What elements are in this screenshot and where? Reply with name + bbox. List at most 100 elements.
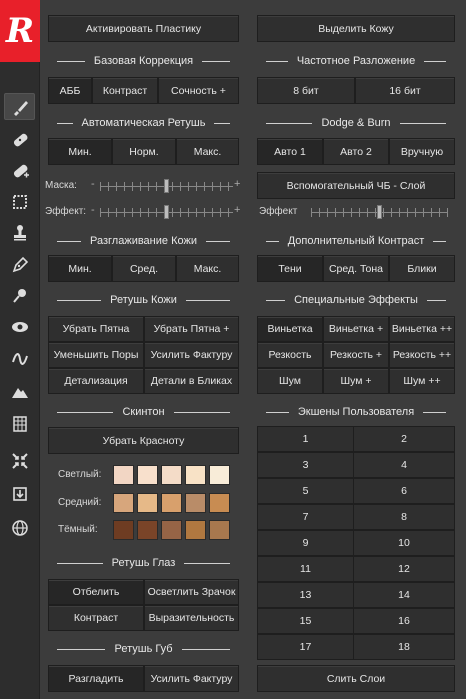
merge-layers-button[interactable]: Слить Слои bbox=[257, 665, 455, 692]
bandage-plus-tool[interactable] bbox=[4, 157, 35, 184]
skin-smoothing-button-0[interactable]: Мин. bbox=[48, 255, 112, 282]
eye-retouch-button-1[interactable]: Осветлить Зрачок bbox=[144, 579, 239, 605]
slider-thumb[interactable] bbox=[164, 179, 169, 193]
export-tool[interactable] bbox=[4, 480, 35, 507]
user-action-button[interactable]: 10 bbox=[353, 530, 455, 556]
user-action-button[interactable]: 8 bbox=[353, 504, 455, 530]
skintone-swatch[interactable] bbox=[113, 465, 134, 485]
user-action-button[interactable]: 15 bbox=[257, 608, 354, 634]
brush-tool[interactable] bbox=[4, 93, 35, 120]
special-effects-button-5[interactable]: Резкость ++ bbox=[389, 342, 455, 368]
extra-contrast-button-2[interactable]: Блики bbox=[389, 255, 455, 282]
clone-stamp-tool[interactable] bbox=[4, 219, 35, 246]
basic-correction-button-2[interactable]: Сочность + bbox=[158, 77, 239, 104]
extra-contrast-button-0[interactable]: Тени bbox=[257, 255, 323, 282]
eye-retouch-button-0[interactable]: Отбелить bbox=[48, 579, 144, 605]
skin-retouch-button-1[interactable]: Убрать Пятна + bbox=[144, 316, 239, 342]
helper-bw-layer-button[interactable]: Вспомогательный ЧБ - Слой bbox=[257, 172, 455, 199]
skin-retouch-button-0[interactable]: Убрать Пятна bbox=[48, 316, 144, 342]
special-effects-button-0[interactable]: Виньетка bbox=[257, 316, 323, 342]
special-effects-button-4[interactable]: Резкость + bbox=[323, 342, 389, 368]
special-effects-button-1[interactable]: Виньетка + bbox=[323, 316, 389, 342]
special-effects-button-8[interactable]: Шум ++ bbox=[389, 368, 455, 394]
mask-minus[interactable]: - bbox=[91, 178, 99, 192]
user-action-button[interactable]: 18 bbox=[353, 634, 455, 660]
special-effects-button-6[interactable]: Шум bbox=[257, 368, 323, 394]
dodge-burn-button-1[interactable]: Авто 2 bbox=[323, 138, 389, 165]
user-action-button[interactable]: 3 bbox=[257, 452, 354, 478]
skintone-swatch[interactable] bbox=[137, 465, 158, 485]
skintone-swatch[interactable] bbox=[161, 520, 182, 540]
user-action-button[interactable]: 2 bbox=[353, 426, 455, 452]
skintone-swatch[interactable] bbox=[113, 520, 134, 540]
effect-minus[interactable]: - bbox=[91, 204, 99, 218]
remove-redness-button[interactable]: Убрать Красноту bbox=[48, 427, 239, 454]
frequency-button-1[interactable]: 16 бит bbox=[355, 77, 455, 104]
select-skin-button[interactable]: Выделить Кожу bbox=[257, 15, 455, 42]
effect-plus[interactable]: + bbox=[234, 204, 244, 218]
skintone-swatch[interactable] bbox=[137, 493, 158, 513]
eye-retouch-button-2[interactable]: Контраст bbox=[48, 605, 144, 631]
dodge-burn-button-2[interactable]: Вручную bbox=[389, 138, 455, 165]
auto-retouch-button-0[interactable]: Мин. bbox=[48, 138, 112, 165]
mask-plus[interactable]: + bbox=[234, 178, 244, 192]
skin-smoothing-button-1[interactable]: Сред. bbox=[112, 255, 176, 282]
shrink-arrows-tool[interactable] bbox=[4, 447, 35, 474]
lip-retouch-button-1[interactable]: Усилить Фактуру bbox=[144, 665, 239, 692]
user-action-button[interactable]: 16 bbox=[353, 608, 455, 634]
skin-retouch-button-2[interactable]: Уменьшить Поры bbox=[48, 342, 144, 368]
skin-smoothing-button-2[interactable]: Макс. bbox=[176, 255, 239, 282]
user-action-button[interactable]: 13 bbox=[257, 582, 354, 608]
slider-thumb[interactable] bbox=[164, 205, 169, 219]
mountain-tool[interactable] bbox=[4, 378, 35, 405]
special-effects-button-7[interactable]: Шум + bbox=[323, 368, 389, 394]
bandage-tool[interactable] bbox=[4, 126, 35, 153]
extra-contrast-button-1[interactable]: Сред. Тона bbox=[323, 255, 389, 282]
basic-correction-button-1[interactable]: Контраст bbox=[92, 77, 158, 104]
eye-retouch-button-3[interactable]: Выразительность bbox=[144, 605, 239, 631]
activate-plastic-button[interactable]: Активировать Пластику bbox=[48, 15, 239, 42]
user-action-button[interactable]: 4 bbox=[353, 452, 455, 478]
user-action-button[interactable]: 9 bbox=[257, 530, 354, 556]
user-action-button[interactable]: 6 bbox=[353, 478, 455, 504]
skintone-swatch[interactable] bbox=[161, 465, 182, 485]
db-effect-slider[interactable] bbox=[311, 205, 448, 219]
frequency-button-0[interactable]: 8 бит bbox=[257, 77, 355, 104]
skin-retouch-button-3[interactable]: Усилить Фактуру bbox=[144, 342, 239, 368]
dodge-burn-button-0[interactable]: Авто 1 bbox=[257, 138, 323, 165]
lip-retouch-button-0[interactable]: Разгладить bbox=[48, 665, 144, 692]
special-effects-button-2[interactable]: Виньетка ++ bbox=[389, 316, 455, 342]
basic-correction-button-0[interactable]: АББ bbox=[48, 77, 92, 104]
auto-retouch-button-2[interactable]: Макс. bbox=[176, 138, 239, 165]
skintone-swatch[interactable] bbox=[185, 493, 206, 513]
skintone-swatch[interactable] bbox=[161, 493, 182, 513]
user-action-button[interactable]: 1 bbox=[257, 426, 354, 452]
user-action-button[interactable]: 5 bbox=[257, 478, 354, 504]
skintone-swatch[interactable] bbox=[185, 465, 206, 485]
skintone-swatch[interactable] bbox=[137, 520, 158, 540]
skin-retouch-button-4[interactable]: Детализация bbox=[48, 368, 144, 394]
user-action-button[interactable]: 17 bbox=[257, 634, 354, 660]
special-effects-button-3[interactable]: Резкость bbox=[257, 342, 323, 368]
skintone-swatch[interactable] bbox=[209, 493, 230, 513]
skintone-swatch[interactable] bbox=[185, 520, 206, 540]
curve-tool[interactable] bbox=[4, 345, 35, 372]
user-action-button[interactable]: 7 bbox=[257, 504, 354, 530]
mask-slider[interactable] bbox=[100, 179, 233, 193]
pattern-tool[interactable] bbox=[4, 410, 35, 437]
skintone-swatch[interactable] bbox=[113, 493, 134, 513]
slider-thumb[interactable] bbox=[377, 205, 382, 219]
auto-retouch-button-1[interactable]: Норм. bbox=[112, 138, 176, 165]
pin-tool[interactable] bbox=[4, 282, 35, 309]
globe-tool[interactable] bbox=[4, 514, 35, 541]
eye-tool[interactable] bbox=[4, 313, 35, 340]
skintone-swatch[interactable] bbox=[209, 465, 230, 485]
user-action-button[interactable]: 14 bbox=[353, 582, 455, 608]
stamp-frame-tool[interactable] bbox=[4, 188, 35, 215]
pen-tool[interactable] bbox=[4, 251, 35, 278]
effect-slider[interactable] bbox=[100, 205, 233, 219]
user-action-button[interactable]: 12 bbox=[353, 556, 455, 582]
user-action-button[interactable]: 11 bbox=[257, 556, 354, 582]
skintone-swatch[interactable] bbox=[209, 520, 230, 540]
skin-retouch-button-5[interactable]: Детали в Бликах bbox=[144, 368, 239, 394]
